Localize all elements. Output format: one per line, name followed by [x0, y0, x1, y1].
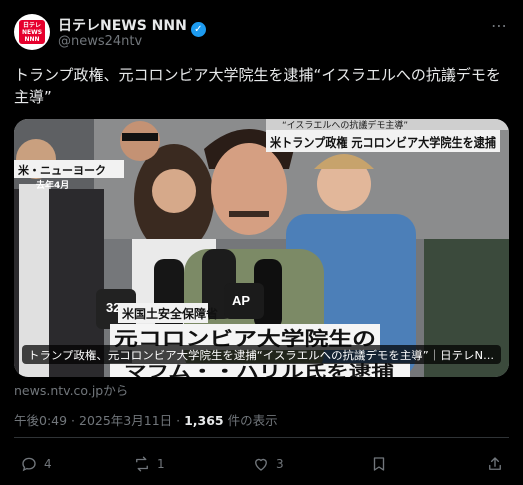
like-count: 3	[276, 457, 284, 471]
reply-count: 4	[44, 457, 52, 471]
link-source[interactable]: news.ntv.co.jpから	[14, 380, 128, 399]
like-button[interactable]: 3	[252, 452, 284, 476]
views-label: 件の表示	[223, 413, 278, 428]
agency-label: 米国土安全保障省	[122, 306, 218, 321]
timestamp[interactable]: 午後0:49 · 2025年3月11日 ·	[14, 413, 184, 428]
repost-button[interactable]: 1	[133, 452, 165, 476]
top-caption-1: “イスラエルへの抗議デモ主導”	[282, 119, 408, 131]
mic-flag-ap: AP	[232, 293, 250, 308]
tweet-post: 日テレ NEWS NNN 日テレNEWS NNN ✓ @news24ntv ⋯ ト…	[0, 0, 523, 485]
ntv-logo: 日テレ NEWS NNN	[19, 20, 45, 44]
reply-button[interactable]: 4	[20, 452, 52, 476]
media-card[interactable]: 32 AP “イスラエルへの抗議デモ主導” 米トランプ政権 元コロンビア大学院生…	[14, 119, 509, 377]
handle[interactable]: @news24ntv	[58, 34, 142, 49]
card-title: トランプ政権、元コロンビア大学院生を逮捕“イスラエルへの抗議デモを主導”｜日テレ…	[28, 348, 494, 362]
heart-icon	[255, 458, 267, 471]
avatar[interactable]: 日テレ NEWS NNN	[14, 14, 50, 50]
more-options-icon[interactable]: ⋯	[489, 16, 509, 36]
man-sunglasses	[120, 121, 160, 161]
bookmark-button[interactable]	[370, 452, 388, 476]
post-meta: 午後0:49 · 2025年3月11日 · 1,365 件の表示	[14, 410, 278, 429]
post-header: 日テレ NEWS NNN 日テレNEWS NNN ✓ @news24ntv ⋯	[14, 12, 509, 52]
views-count: 1,365	[184, 413, 224, 428]
verified-badge-icon: ✓	[190, 22, 206, 37]
top-caption-2: 米トランプ政権 元コロンビア大学院生を逮捕	[269, 135, 496, 150]
repost-icon	[136, 456, 148, 472]
bookmark-icon	[373, 457, 385, 471]
share-button[interactable]	[486, 452, 504, 476]
post-text: トランプ政権、元コロンビア大学院生を逮捕“イスラエルへの抗議デモを主導”	[14, 66, 501, 106]
display-name-text: 日テレNEWS NNN	[58, 18, 187, 34]
news-video-frame: 32 AP “イスラエルへの抗議デモ主導” 米トランプ政権 元コロンビア大学院生…	[14, 119, 509, 377]
bottom-caption-partial: マフム・・ハリル氏を逮捕	[124, 362, 394, 377]
divider	[14, 437, 509, 438]
share-icon	[489, 457, 501, 470]
date-label: 去年4月	[36, 179, 69, 191]
reply-icon	[22, 457, 36, 472]
location-label: 米・ニューヨーク	[17, 163, 106, 177]
action-bar: 4 1 3	[14, 452, 509, 476]
repost-count: 1	[157, 457, 165, 471]
